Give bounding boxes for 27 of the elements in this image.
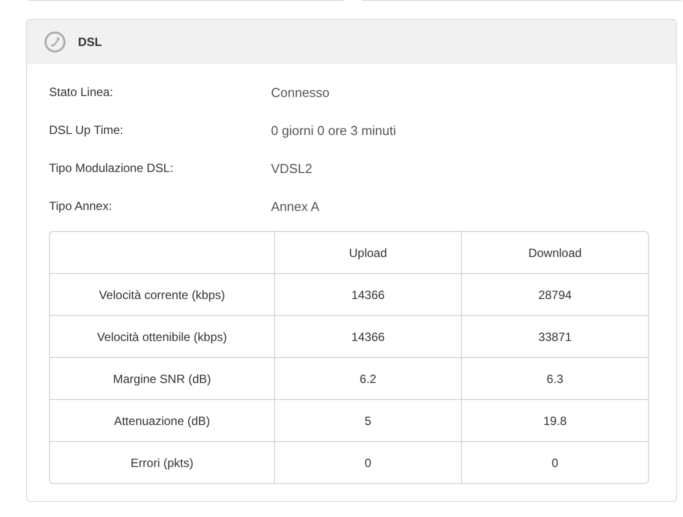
- table-cell: 0: [275, 442, 462, 483]
- field-label: Tipo Modulazione DSL:: [49, 161, 174, 175]
- column-header: Upload: [275, 232, 462, 274]
- row-header: Velocità corrente (kbps): [50, 274, 275, 316]
- field-value: Annex A: [271, 198, 320, 214]
- table-cell: 6.2: [275, 358, 462, 400]
- field-label: Stato Linea:: [49, 85, 114, 99]
- panel-title: DSL: [78, 35, 102, 49]
- table-cell: 5: [275, 400, 462, 442]
- phone-icon: [44, 31, 66, 53]
- row-header: Attenuazione (dB): [50, 400, 275, 442]
- table-cell: 19.8: [462, 400, 648, 442]
- table-cell: 6.3: [462, 358, 648, 400]
- field-label: DSL Up Time:: [49, 123, 124, 137]
- row-header: Errori (pkts): [50, 442, 275, 483]
- row-header: Velocità ottenibile (kbps): [50, 316, 275, 358]
- table-cell: 14366: [275, 316, 462, 358]
- field-value: 0 giorni 0 ore 3 minuti: [271, 122, 396, 138]
- column-header: Download: [462, 232, 648, 274]
- table-cell-text: 0: [550, 454, 560, 472]
- table-cell: 33871: [462, 316, 648, 358]
- row-header: Margine SNR (dB): [50, 358, 275, 400]
- field-value: VDSL2: [271, 160, 312, 176]
- table-cell: 28794: [462, 274, 648, 316]
- table-cell: 14366: [275, 274, 462, 316]
- field-value: Connesso: [271, 84, 330, 100]
- field-label: Tipo Annex:: [49, 199, 113, 213]
